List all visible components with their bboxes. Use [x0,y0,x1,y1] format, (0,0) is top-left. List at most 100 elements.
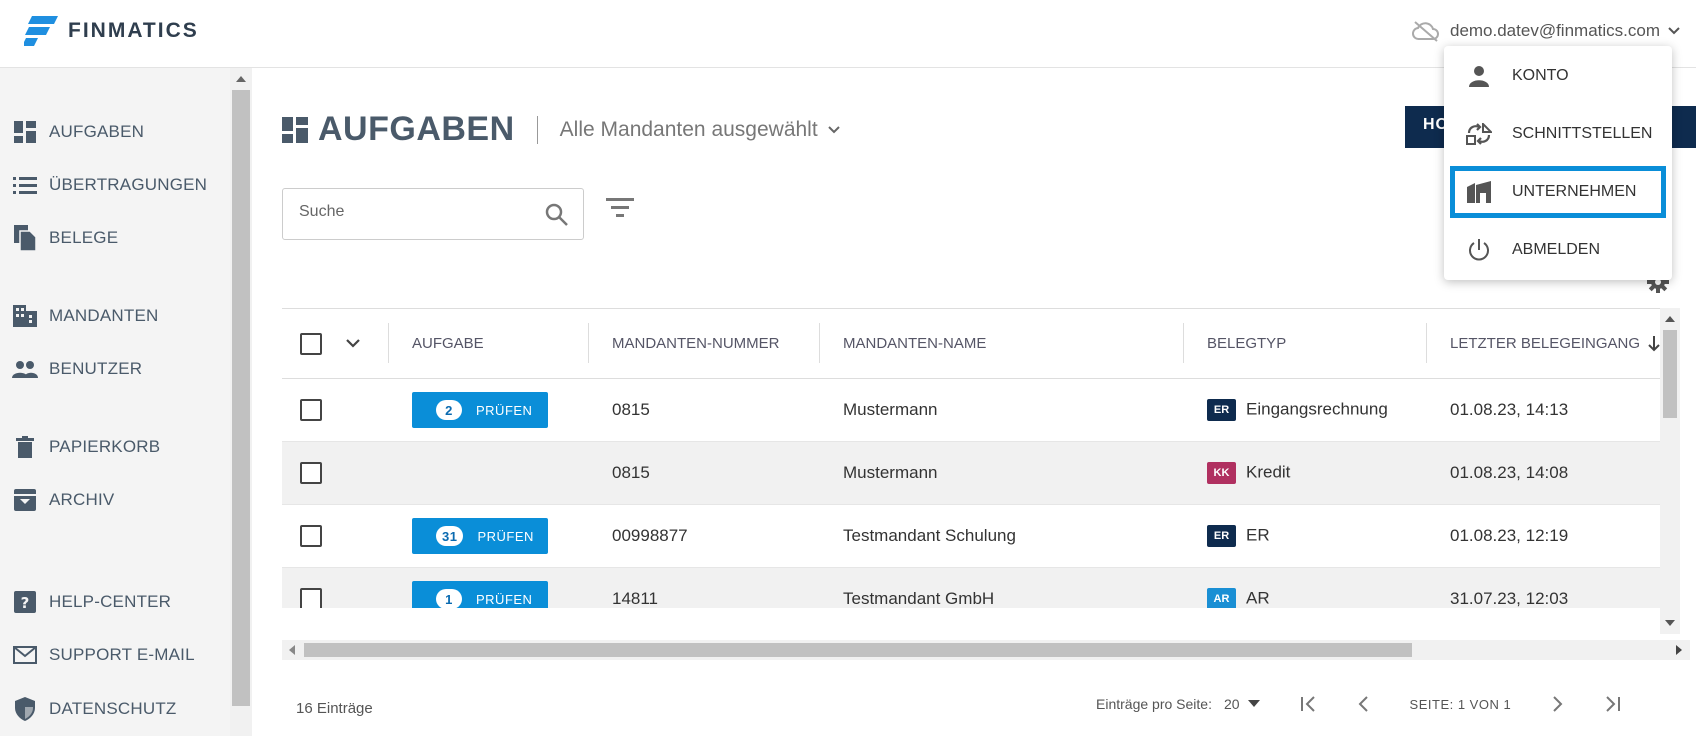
sidebar-item-label: DATENSCHUTZ [49,699,177,718]
table-vertical-scrollbar[interactable] [1660,308,1680,634]
trash-icon [12,434,38,460]
mandanten-nummer-cell: 00998877 [588,504,819,568]
page-title: AUFGABEN [318,110,515,148]
sidebar-item-belege[interactable]: BELEGE [12,223,118,253]
belegtyp-tag: ER [1207,399,1236,421]
next-page-button[interactable] [1551,696,1563,712]
horizontal-scrollbar-thumb[interactable] [304,643,1412,657]
pruefen-button[interactable]: 31 PRÜFEN [412,518,548,554]
first-page-button[interactable] [1300,696,1318,712]
previous-page-button[interactable] [1358,696,1370,712]
mandanten-name-cell: Mustermann [819,441,1183,505]
search-field[interactable] [282,188,584,240]
table-row[interactable]: 2 PRÜFEN 0815 Mustermann ER Eingangsrechnu… [282,378,1664,442]
sidebar-scrollbar-thumb[interactable] [232,90,250,706]
filter-button[interactable] [606,198,634,223]
first-page-icon [1300,696,1315,712]
sidebar-item-datenschutz[interactable]: DATENSCHUTZ [12,694,177,724]
tasks-table-container: AUFGABE MANDANTEN-NUMMER MANDANTEN-NAME … [282,308,1688,608]
menu-item-label: ABMELDEN [1512,241,1601,258]
sidebar-item-aufgaben[interactable]: AUFGABEN [12,117,144,147]
sidebar-item-label: BELEGE [49,228,119,247]
sort-descending-icon[interactable] [1648,336,1660,352]
pruefen-button[interactable]: 2 PRÜFEN [412,392,548,428]
menu-item-unternehmen[interactable]: UNTERNEHMEN [1450,166,1666,218]
user-email: demo.datev@finmatics.com [1449,21,1660,40]
scroll-down-arrow-icon[interactable] [1665,620,1675,626]
table-row[interactable]: 0815 Mustermann KK Kredit 01.08.23, 14:08 [282,441,1664,505]
belegtyp-cell: ER Eingangsrechnung [1183,378,1426,442]
mandanten-nummer-cell: 0815 [588,441,819,505]
sidebar-item-label: PAPIERKORB [49,437,161,456]
search-icon[interactable] [545,203,569,227]
column-header-belegtyp[interactable]: BELEGTYP [1183,308,1426,379]
row-checkbox[interactable] [300,588,322,608]
interface-icon [1464,123,1494,145]
table-row[interactable]: 1 PRÜFEN 14811 Testmandant GmbH AR AR 31.0… [282,567,1664,608]
last-page-button[interactable] [1603,696,1621,712]
task-count-badge: 31 [436,526,464,546]
sidebar: AUFGABEN ÜBERTRAGUNGEN BELEGE MANDANTEN … [0,68,230,736]
belegtyp-tag: AR [1207,588,1236,608]
column-header-mandanten-name[interactable]: MANDANTEN-NAME [819,308,1183,379]
menu-item-konto[interactable]: KONTO [1450,50,1666,102]
table-horizontal-scrollbar[interactable] [282,640,1690,660]
title-divider [536,115,538,144]
archive-icon [12,487,38,513]
mandant-select-value: Alle Mandanten ausgewählt [559,117,818,141]
page-header: AUFGABEN Alle Mandanten ausgewählt [282,110,840,149]
search-input[interactable] [299,203,529,221]
table-row[interactable]: 31 PRÜFEN 00998877 Testmandant Schulung E… [282,504,1664,568]
page-indicator: SEITE: 1 VON 1 [1409,696,1512,712]
chevron-down-icon[interactable] [346,339,360,348]
menu-item-schnittstellen[interactable]: SCHNITTSTELLEN [1450,108,1666,160]
scroll-left-arrow-icon[interactable] [289,645,295,655]
belegeingang-cell: 01.08.23, 14:13 [1426,378,1664,442]
belegtyp-cell: KK Kredit [1183,441,1426,505]
scroll-up-arrow-icon[interactable] [236,76,246,82]
select-all-checkbox[interactable] [300,332,322,355]
sidebar-item-benutzer[interactable]: BENUTZER [12,354,142,384]
belegeingang-cell: 01.08.23, 12:19 [1426,504,1664,568]
belegtyp-tag: ER [1207,525,1236,547]
select-all-header [282,308,388,379]
svg-text:?: ? [21,594,30,612]
document-copy-icon [12,225,38,251]
column-header-letzter-belegeingang[interactable]: LETZTER BELEGEINGANG [1426,308,1664,379]
scroll-right-arrow-icon[interactable] [1676,645,1682,655]
mandant-select[interactable]: Alle Mandanten ausgewählt [560,118,840,142]
sidebar-scrollbar[interactable] [230,68,252,736]
aufgabe-cell-empty [388,441,588,505]
mandanten-nummer-cell: 0815 [588,378,819,442]
row-checkbox[interactable] [300,462,322,484]
company-icon [1464,181,1494,203]
sidebar-item-uebertragungen[interactable]: ÜBERTRAGUNGEN [12,170,207,200]
user-dropdown-menu: KONTO SCHNITTSTELLEN UNTERNEHMEN ABMELDE… [1444,46,1672,280]
sidebar-item-help-center[interactable]: ? HELP-CENTER [12,587,171,617]
vertical-scrollbar-thumb[interactable] [1663,330,1677,418]
list-icon [12,172,38,198]
per-page-select[interactable]: 20 [1224,696,1260,712]
filter-icon [606,198,634,217]
scroll-up-arrow-icon[interactable] [1665,316,1675,322]
chevron-left-icon [1358,696,1368,712]
sidebar-item-mandanten[interactable]: MANDANTEN [12,301,158,331]
pagination: Einträge pro Seite: 20 SEITE: 1 VON 1 [1096,696,1621,712]
user-menu-toggle[interactable]: demo.datev@finmatics.com [1411,20,1680,42]
sidebar-item-label: HELP-CENTER [49,592,172,611]
sidebar-item-papierkorb[interactable]: PAPIERKORB [12,432,160,462]
finmatics-logo-icon [24,16,58,46]
column-header-aufgabe[interactable]: AUFGABE [388,308,588,379]
task-count-badge: 1 [436,589,462,608]
row-checkbox[interactable] [300,525,322,547]
mandanten-name-cell: Mustermann [819,378,1183,442]
dashboard-icon [12,119,38,145]
row-checkbox[interactable] [300,399,322,421]
finmatics-logo[interactable]: FINMATICS [24,16,199,46]
sidebar-item-label: ARCHIV [49,490,115,509]
sidebar-item-archiv[interactable]: ARCHIV [12,485,114,515]
menu-item-abmelden[interactable]: ABMELDEN [1450,224,1666,276]
pruefen-button[interactable]: 1 PRÜFEN [412,581,548,608]
sidebar-item-support-email[interactable]: SUPPORT E-MAIL [12,640,195,670]
column-header-mandanten-nummer[interactable]: MANDANTEN-NUMMER [588,308,819,379]
